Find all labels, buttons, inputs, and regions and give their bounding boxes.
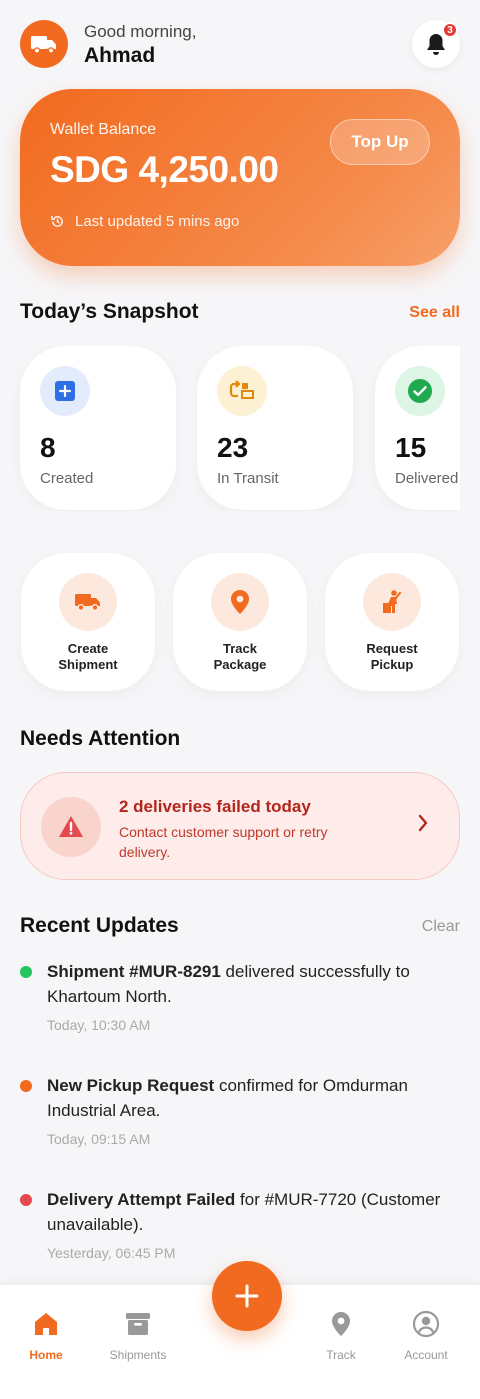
notification-badge: 3 [442,22,458,38]
wallet-updated-text: Last updated 5 mins ago [75,213,240,230]
snapshot-card-delivered[interactable]: 15 Delivered [375,346,460,510]
wallet-card: Wallet Balance SDG 4,250.00 Last updated… [20,89,460,266]
check-circle-icon [408,379,432,403]
nav-icon-wrap [93,1309,183,1339]
nav-label: Track [326,1348,356,1362]
recent-updates-title: Recent Updates [20,914,179,937]
transit-icon [229,380,254,399]
alert-icon-wrap [41,797,101,857]
status-dot [20,1194,32,1206]
snapshot-count: 8 [40,432,56,463]
add-fab-button[interactable] [212,1261,282,1331]
nav-icon-wrap [1,1309,91,1339]
action-icon-wrap [59,573,117,631]
truck-icon [75,594,100,611]
nav-home[interactable]: Home [1,1309,91,1362]
update-subject: Delivery Attempt Failed [47,1190,236,1209]
snapshot-title: Today’s Snapshot [20,300,199,323]
chevron-right-icon [418,814,428,832]
see-all-link[interactable]: See all [409,304,460,322]
nav-account[interactable]: Account [381,1309,471,1362]
snapshot-label: Delivered [395,470,459,487]
greeting-block: Good morning, Ahmad [84,22,196,68]
nav-shipments[interactable]: Shipments [93,1309,183,1362]
track-package-button[interactable]: Track Package [173,553,307,691]
snapshot-card-created[interactable]: 8 Created [20,346,176,510]
action-label: Request Pickup [366,641,418,672]
account-circle-icon [412,1310,440,1338]
location-pin-icon [231,590,249,614]
alert-title: 2 deliveries failed today [119,797,311,816]
action-label: Track Package [213,641,267,672]
snapshot-count: 15 [395,432,427,463]
nav-label: Shipments [109,1348,167,1362]
snapshot-icon-wrap [395,366,445,416]
plus-square-icon [55,381,75,401]
action-icon-wrap [211,573,269,631]
update-time: Today, 10:30 AM [47,1017,151,1033]
snapshot-carousel[interactable]: 8 Created 23 In Transit 15 Delivered [0,346,460,511]
wallet-label: Wallet Balance [50,121,157,138]
action-icon-wrap [363,573,421,631]
wallet-updated: Last updated 5 mins ago [50,213,239,230]
snapshot-count: 23 [217,432,249,463]
nav-label: Home [29,1348,63,1362]
nav-label: Account [404,1348,448,1362]
update-subject: Shipment #MUR-8291 [47,962,221,981]
greeting-text: Good morning, [84,22,197,41]
snapshot-card-in-transit[interactable]: 23 In Transit [197,346,353,510]
update-message: New Pickup Request confirmed for Omdurma… [47,1073,457,1123]
create-shipment-button[interactable]: Create Shipment [21,553,155,691]
history-icon [51,215,63,227]
nav-track[interactable]: Track [296,1309,386,1362]
update-time: Yesterday, 06:45 PM [47,1245,176,1261]
snapshot-label: Created [40,470,94,487]
update-message: Shipment #MUR-8291 delivered successfull… [47,959,457,1009]
user-name: Ahmad [84,44,156,67]
archive-box-icon [126,1313,150,1335]
wallet-amount: SDG 4,250.00 [50,149,279,190]
app-logo [20,20,68,68]
home-icon [35,1313,57,1335]
action-label: Create Shipment [58,641,118,672]
request-pickup-button[interactable]: Request Pickup [325,553,459,691]
needs-attention-title: Needs Attention [20,727,181,750]
nav-icon-wrap [381,1309,471,1339]
top-up-button[interactable]: Top Up [330,119,430,165]
clear-updates-link[interactable]: Clear [422,918,460,936]
nav-icon-wrap [296,1309,386,1339]
plus-icon [235,1284,259,1308]
failed-deliveries-alert[interactable]: 2 deliveries failed today Contact custom… [20,772,460,880]
snapshot-label: In Transit [217,470,279,487]
truck-logo-icon [31,36,56,54]
snapshot-icon-wrap [40,366,90,416]
location-pin-icon [332,1312,350,1336]
header: Good morning, Ahmad 3 [20,20,460,70]
snapshot-icon-wrap [217,366,267,416]
person-pickup-icon [383,590,402,613]
update-time: Today, 09:15 AM [47,1131,151,1147]
status-dot [20,1080,32,1092]
update-message: Delivery Attempt Failed for #MUR-7720 (C… [47,1187,457,1237]
status-dot [20,966,32,978]
warning-icon [59,816,83,837]
update-subject: New Pickup Request [47,1076,215,1095]
notifications-button[interactable]: 3 [412,20,460,68]
alert-body: Contact customer support or retry delive… [119,824,328,860]
